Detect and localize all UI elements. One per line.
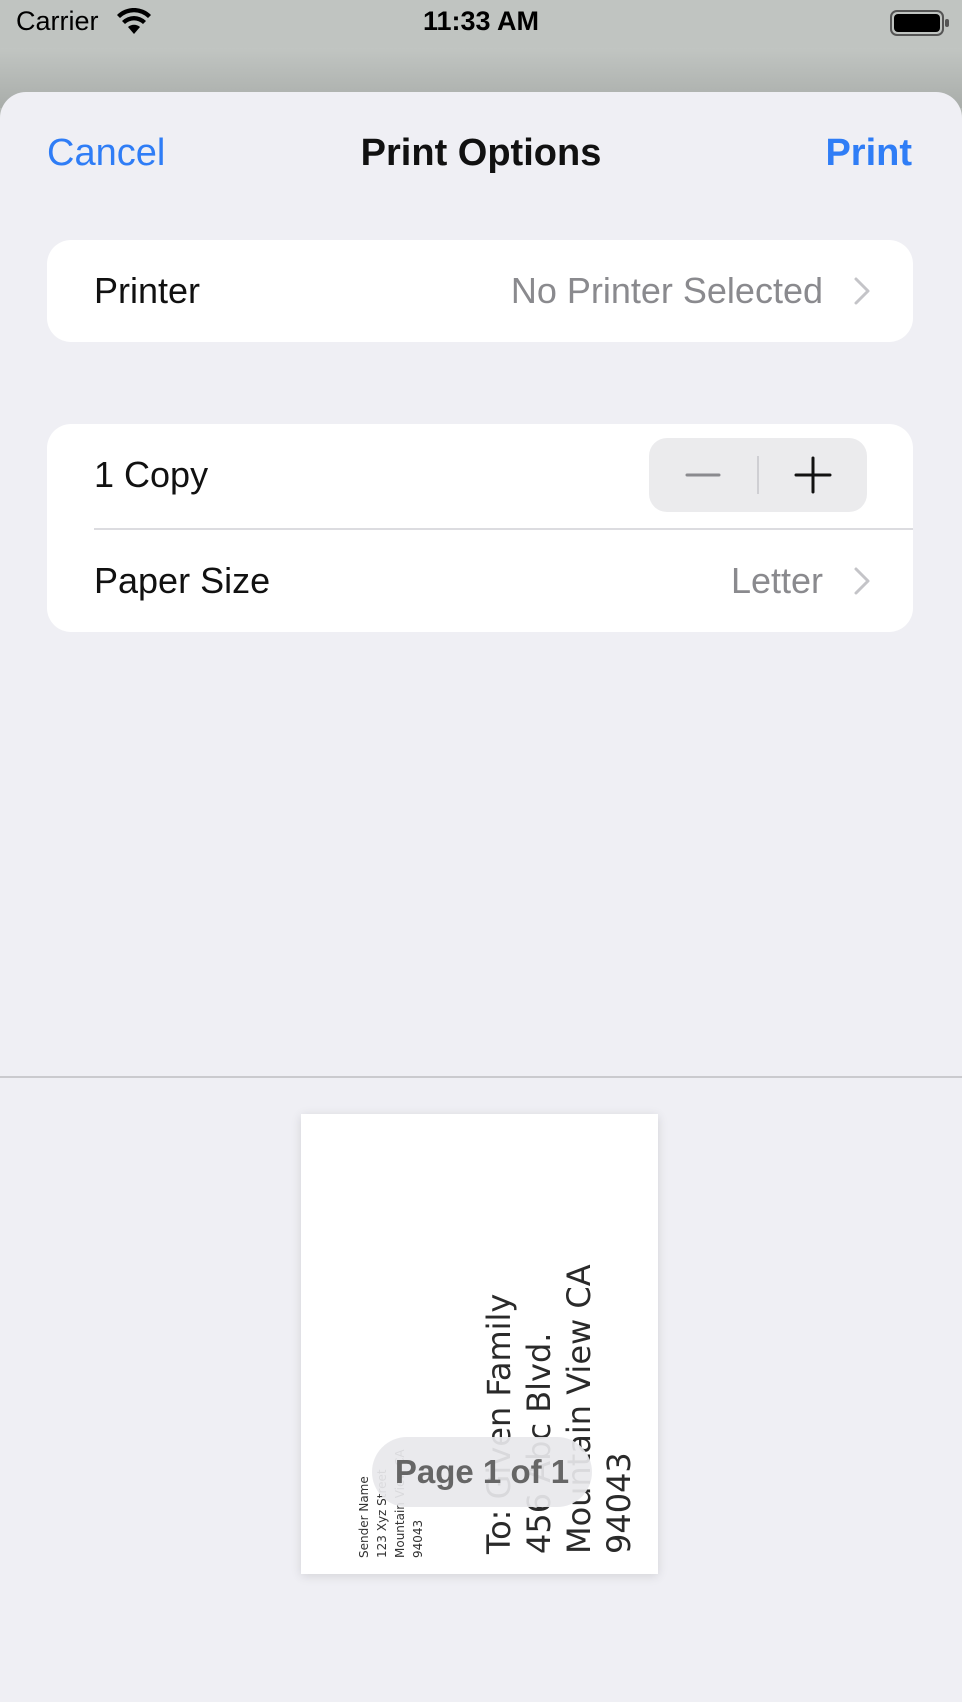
copies-row: 1 Copy: [47, 424, 913, 526]
increment-button[interactable]: [759, 438, 867, 512]
decrement-button[interactable]: [649, 438, 757, 512]
paper-size-label: Paper Size: [94, 560, 271, 601]
battery-icon: [890, 10, 949, 36]
status-bar: Carrier 11:33 AM: [0, 0, 962, 48]
printer-row[interactable]: Printer No Printer Selected: [47, 240, 913, 342]
printer-value: No Printer Selected: [510, 270, 823, 311]
navigation-bar: Cancel Print Options Print: [0, 92, 962, 222]
address-line: 94043: [600, 1452, 638, 1554]
address-line: 456 Abc Blvd.: [519, 1264, 559, 1554]
copies-label: 1 Copy: [94, 454, 209, 495]
options-group: 1 Copy Paper Size Letter: [47, 424, 913, 632]
address-line: Mountain View CA: [560, 1264, 598, 1554]
copies-stepper: [649, 438, 867, 512]
paper-size-value: Letter: [730, 560, 823, 601]
preview-divider: [0, 1076, 962, 1078]
recipient-address: To: Given Family 456 Abc Blvd. Mountain …: [479, 1264, 639, 1554]
printer-label: Printer: [94, 270, 201, 311]
chevron-right-icon: [854, 567, 870, 595]
plus-icon: [794, 456, 832, 494]
sender-line: Sender Name: [357, 1476, 371, 1558]
chevron-right-icon: [854, 277, 870, 305]
paper-size-row[interactable]: Paper Size Letter: [47, 530, 913, 632]
minus-icon: [685, 473, 721, 477]
page-title: Print Options: [360, 132, 602, 174]
address-line: To: Given Family: [480, 1293, 518, 1554]
print-button[interactable]: Print: [825, 132, 912, 175]
page-indicator: Page 1 of 1: [372, 1437, 592, 1507]
printer-group: Printer No Printer Selected: [47, 240, 913, 342]
status-time: 11:33 AM: [422, 6, 540, 36]
